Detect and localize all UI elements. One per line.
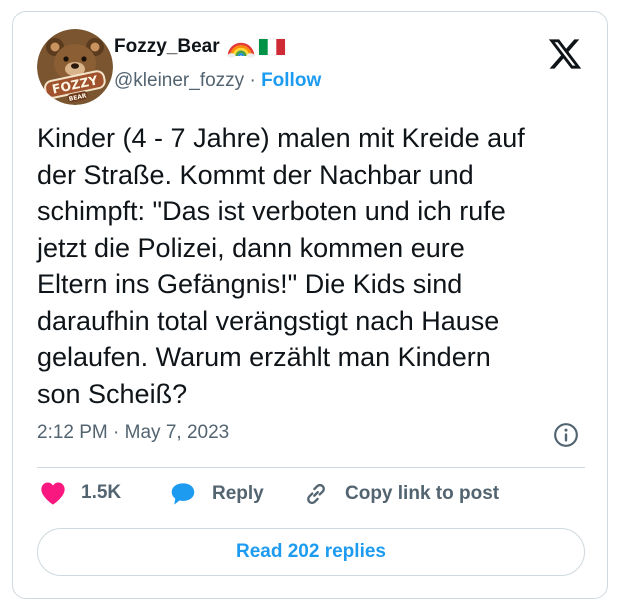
read-replies-label: Read 202 replies (236, 541, 386, 562)
like-button[interactable]: 1.5K (39, 480, 121, 506)
follow-link[interactable]: Follow (261, 70, 321, 91)
separator-dot: · (249, 70, 256, 91)
copy-link-label: Copy link to post (345, 483, 500, 504)
author-handle[interactable]: @kleiner_fozzy (114, 70, 244, 91)
reply-button[interactable]: Reply (168, 480, 264, 508)
info-icon[interactable] (553, 422, 579, 448)
x-logo-icon[interactable] (547, 36, 583, 72)
avatar[interactable]: FOZZY BEAR (37, 29, 113, 105)
speech-bubble-icon (171, 483, 195, 505)
tweet-timestamp[interactable]: 2:12 PM · May 7, 2023 (37, 422, 229, 444)
reply-label: Reply (212, 483, 264, 504)
rainbow-icon (227, 42, 255, 58)
divider (37, 467, 585, 468)
action-bar: 1.5K Reply Copy link to post (13, 480, 607, 514)
author-display-name[interactable]: Fozzy_Bear (114, 36, 220, 58)
read-replies-button[interactable]: Read 202 replies (37, 528, 585, 576)
italy-flag-icon (258, 38, 285, 56)
heart-icon (41, 482, 65, 505)
author-name-row: Fozzy_Bear (114, 36, 286, 58)
copy-link-button[interactable]: Copy link to post (301, 480, 499, 508)
tweet-text: Kinder (4 - 7 Jahre) malen mit Kreide au… (37, 123, 525, 409)
bear-avatar-icon: FOZZY BEAR (37, 29, 113, 105)
author-handle-row: @kleiner_fozzy · Follow (114, 70, 321, 92)
link-icon (307, 483, 325, 505)
like-count: 1.5K (81, 482, 122, 503)
tweet-card: FOZZY BEAR Fozzy_Bear @kleiner_fozzy · F… (12, 11, 608, 599)
profile-emoji-group (226, 36, 286, 58)
